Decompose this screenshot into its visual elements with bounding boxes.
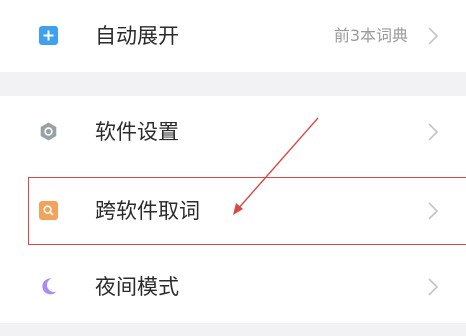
settings-row-cross-app-lookup[interactable]: 跨软件取词 <box>0 175 466 247</box>
settings-row-label: 跨软件取词 <box>95 199 200 223</box>
moon-icon <box>42 278 57 295</box>
chevron-right-icon <box>428 27 439 45</box>
search-square-icon <box>39 201 58 220</box>
settings-row-label: 夜间模式 <box>95 275 179 299</box>
settings-row-label: 自动展开 <box>95 24 179 48</box>
chevron-right-icon <box>428 123 439 141</box>
chevron-right-icon <box>428 202 439 220</box>
settings-row-auto-expand[interactable]: 自动展开 前3本词典 <box>0 0 466 72</box>
section-divider <box>0 323 466 336</box>
chevron-right-icon <box>428 278 439 296</box>
settings-row-software-settings[interactable]: 软件设置 <box>0 96 466 168</box>
plus-square-icon <box>39 26 58 45</box>
gear-circle-icon <box>40 122 57 141</box>
settings-row-value: 前3本词典 <box>333 26 408 45</box>
section-divider <box>0 72 466 96</box>
settings-row-night-mode[interactable]: 夜间模式 <box>0 251 466 323</box>
settings-row-label: 软件设置 <box>95 120 179 144</box>
